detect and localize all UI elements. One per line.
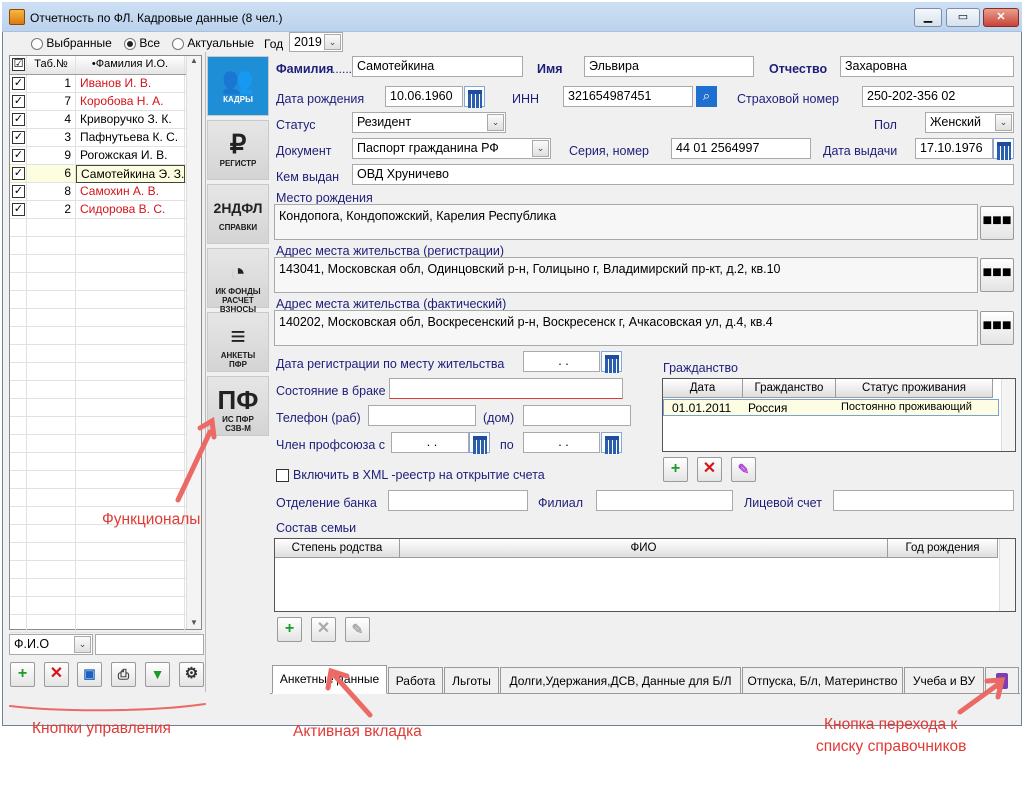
- annotation-functionals: Функционалы: [102, 511, 201, 528]
- annotation-controls: Кнопки управления: [32, 720, 171, 737]
- annotation-ref-btn-1: Кнопка перехода к: [824, 716, 958, 733]
- annotation-active-tab: Активная вкладка: [293, 723, 422, 740]
- annotation-ref-btn-2: списку справочников: [816, 738, 967, 755]
- arrow-functionals: [175, 429, 213, 503]
- annotation-arrows: [9, 416, 1006, 718]
